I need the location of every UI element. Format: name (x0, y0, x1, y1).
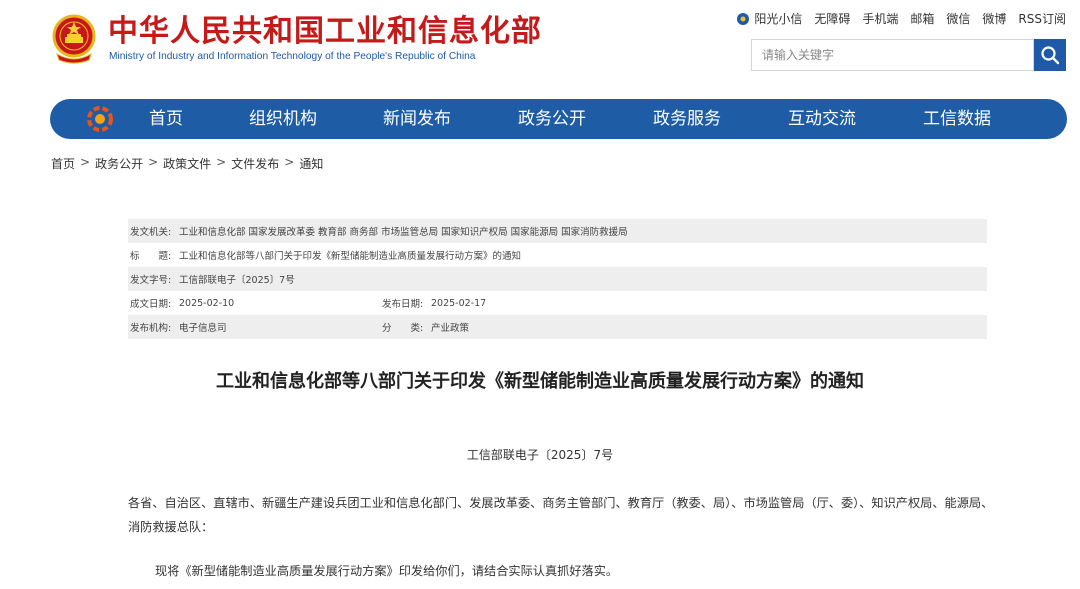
meta-row-org: 发布机构: 电子信息司 分 类: 产业政策 (128, 315, 987, 339)
site-title[interactable]: 中华人民共和国工业和信息化部 (108, 14, 542, 50)
breadcrumb-open-government[interactable]: 政务公开 (95, 155, 143, 172)
meta-issuer-value: 工业和信息化部 国家发展改革委 教育部 商务部 市场监管总局 国家知识产权局 国… (179, 227, 628, 238)
article-title: 工业和信息化部等八部门关于印发《新型储能制造业高质量发展行动方案》的通知 (216, 371, 864, 392)
meta-row-title: 标 题: 工业和信息化部等八部门关于印发《新型储能制造业高质量发展行动方案》的通… (128, 243, 987, 267)
nav-item-data[interactable]: 工信数据 (923, 99, 991, 139)
article-recipients: 各省、自治区、直辖市、新疆生产建设兵团工业和信息化部门、发展改革委、商务主管部门… (128, 496, 994, 534)
search-button[interactable] (1034, 39, 1066, 71)
nav-logo-icon (87, 106, 113, 132)
meta-date-label: 成文日期: (130, 299, 172, 310)
meta-docno-value: 工信部联电子〔2025〕7号 (179, 275, 295, 286)
nav-item-news[interactable]: 新闻发布 (383, 99, 451, 139)
search-icon (1041, 46, 1060, 65)
meta-row-docno: 发文字号: 工信部联电子〔2025〕7号 (128, 267, 987, 291)
breadcrumb-file-release[interactable]: 文件发布 (231, 155, 279, 172)
breadcrumb-separator: > (216, 155, 227, 169)
breadcrumb: 首页 > 政务公开 > 政策文件 > 文件发布 > 通知 (51, 155, 323, 172)
breadcrumb-policy-files[interactable]: 政策文件 (163, 155, 211, 172)
meta-org-label: 发布机构: (130, 323, 172, 334)
top-link-sunshine-label: 阳光小信 (754, 12, 803, 26)
top-link-mobile[interactable]: 手机端 (862, 10, 898, 27)
meta-docno-label: 发文字号: (130, 275, 172, 286)
top-link-accessibility[interactable]: 无障碍 (814, 10, 850, 27)
breadcrumb-home[interactable]: 首页 (51, 155, 75, 172)
top-link-rss[interactable]: RSS订阅 (1018, 10, 1066, 27)
meta-title-label: 标 题: (130, 251, 172, 262)
nav-item-interaction[interactable]: 互动交流 (788, 99, 856, 139)
nav-item-open-government[interactable]: 政务公开 (518, 99, 586, 139)
breadcrumb-separator: > (148, 155, 159, 169)
national-emblem-icon (52, 14, 96, 64)
nav-item-organization[interactable]: 组织机构 (249, 99, 317, 139)
search-box (751, 39, 1034, 71)
main-nav: 首页 组织机构 新闻发布 政务公开 政务服务 互动交流 工信数据 (50, 99, 1067, 139)
breadcrumb-separator: > (284, 155, 295, 169)
document-metadata: 发文机关: 工业和信息化部 国家发展改革委 教育部 商务部 市场监管总局 国家知… (128, 219, 987, 339)
article-body-paragraph: 现将《新型储能制造业高质量发展行动方案》印发给你们，请结合实际认真抓好落实。 (155, 564, 619, 578)
sunshine-icon (737, 12, 750, 25)
top-link-sunshine[interactable]: 阳光小信 (736, 10, 802, 27)
meta-date-value: 2025-02-10 (179, 297, 235, 309)
nav-item-home[interactable]: 首页 (149, 99, 183, 139)
meta-title-value: 工业和信息化部等八部门关于印发《新型储能制造业高质量发展行动方案》的通知 (179, 251, 522, 262)
site-subtitle: Ministry of Industry and Information Tec… (109, 51, 476, 62)
top-link-weibo[interactable]: 微博 (982, 10, 1006, 27)
top-link-wechat[interactable]: 微信 (946, 10, 970, 27)
top-link-mail[interactable]: 邮箱 (910, 10, 934, 27)
meta-org-value: 电子信息司 (179, 323, 227, 334)
meta-issuer-label: 发文机关: (130, 227, 172, 238)
meta-row-issuer: 发文机关: 工业和信息化部 国家发展改革委 教育部 商务部 市场监管总局 国家知… (128, 219, 987, 243)
meta-pubdate-label: 发布日期: (382, 299, 424, 310)
document-number: 工信部联电子〔2025〕7号 (466, 448, 614, 462)
breadcrumb-separator: > (80, 155, 91, 169)
meta-category-label: 分 类: (382, 323, 424, 334)
meta-row-dates: 成文日期: 2025-02-10 发布日期: 2025-02-17 (128, 291, 987, 315)
meta-category-value: 产业政策 (431, 323, 470, 334)
meta-pubdate-value: 2025-02-17 (431, 297, 487, 309)
search-input[interactable] (752, 40, 1033, 70)
nav-item-services[interactable]: 政务服务 (653, 99, 721, 139)
top-links: 阳光小信 无障碍 手机端 邮箱 微信 微博 RSS订阅 (736, 10, 1066, 27)
breadcrumb-notice[interactable]: 通知 (299, 155, 323, 172)
